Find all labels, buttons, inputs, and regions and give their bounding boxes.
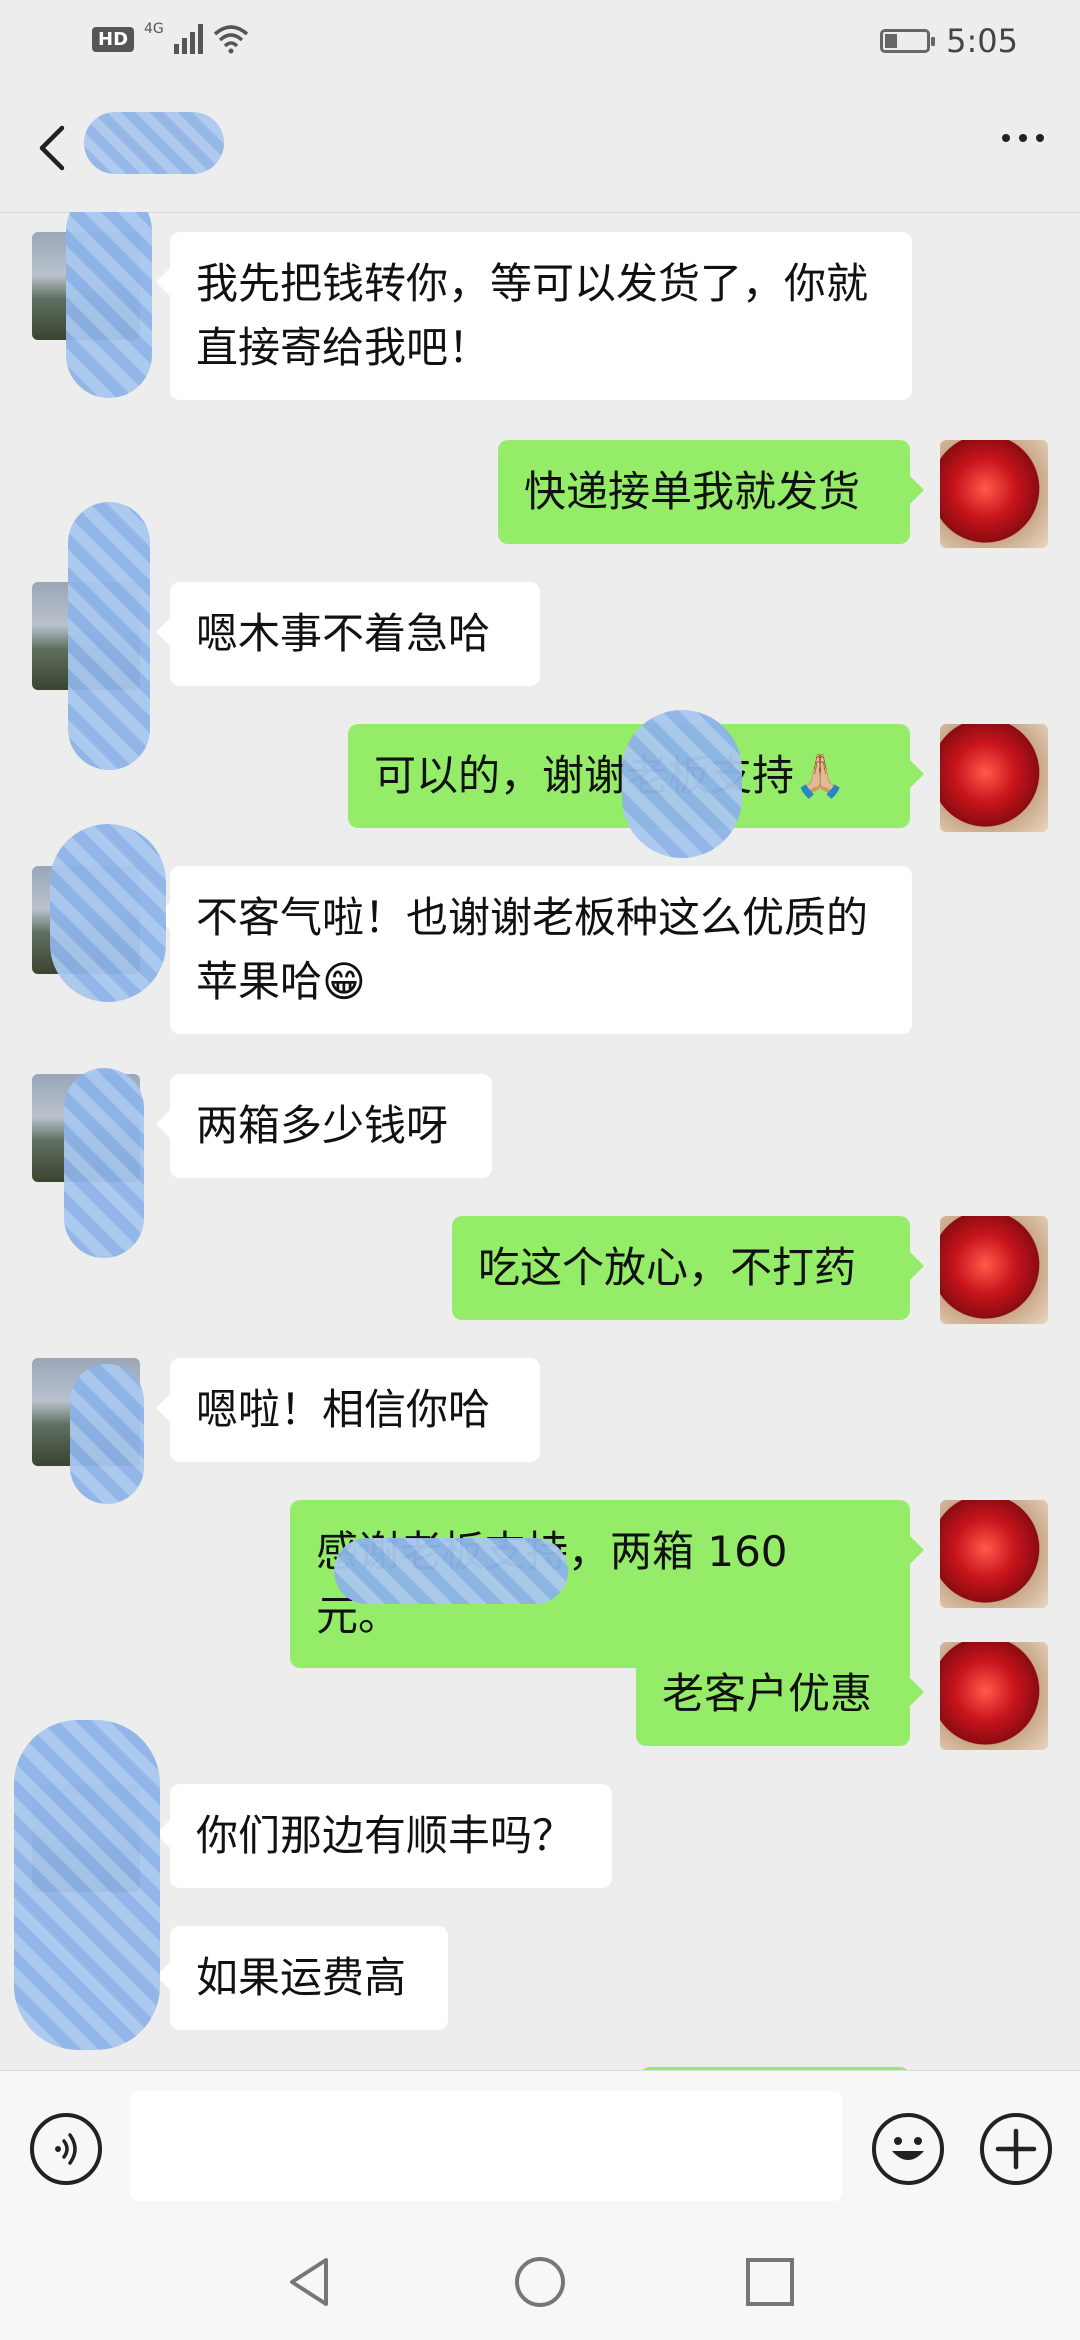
message-bubble-outgoing[interactable]: 快递接单我就发货 — [498, 440, 924, 544]
message-bubble-incoming[interactable]: 嗯木事不着急哈 — [156, 582, 540, 686]
message-bubble-incoming[interactable]: 如果运费高 — [156, 1926, 448, 2030]
battery-icon — [880, 29, 936, 53]
contact-name[interactable] — [84, 112, 224, 174]
status-bar: HD 4G 5:05 — [0, 0, 1080, 84]
plus-sign-icon — [995, 2128, 1037, 2170]
privacy-blur — [622, 710, 742, 858]
battery-level — [885, 34, 898, 48]
network-type: 4G — [144, 21, 164, 37]
message-bubble-incoming[interactable]: 不客气啦！也谢谢老板种这么优质的苹果哈😁 — [156, 866, 912, 1034]
chat-header — [0, 84, 1080, 213]
wifi-icon — [213, 25, 248, 54]
clock: 5:05 — [946, 22, 1018, 60]
privacy-blur — [70, 1364, 144, 1504]
self-avatar[interactable] — [940, 1216, 1048, 1324]
square-recents-icon[interactable] — [742, 2254, 798, 2310]
self-avatar[interactable] — [940, 1642, 1048, 1750]
more-dots-icon[interactable] — [1002, 134, 1044, 142]
voice-icon[interactable] — [30, 2113, 102, 2185]
message-bubble-outgoing[interactable]: 吃这个放心，不打药 — [452, 1216, 924, 1320]
privacy-blur — [66, 212, 152, 398]
emoji-icon[interactable] — [872, 2113, 944, 2185]
privacy-blur — [334, 1538, 568, 1604]
hd-badge: HD — [92, 26, 135, 52]
circle-home-icon[interactable] — [512, 2254, 568, 2310]
input-bar — [0, 2070, 1080, 2227]
privacy-blur — [50, 824, 166, 1002]
privacy-blur — [64, 1068, 144, 1258]
privacy-blur — [14, 1720, 160, 2050]
voice-waves-icon — [55, 2133, 77, 2165]
self-avatar[interactable] — [940, 724, 1048, 832]
status-left: HD 4G — [92, 21, 249, 54]
signal-icon — [173, 24, 203, 54]
self-avatar[interactable] — [940, 440, 1048, 548]
message-input[interactable] — [130, 2091, 842, 2201]
smiley-face-icon — [892, 2137, 924, 2160]
message-bubble-incoming[interactable]: 我先把钱转你，等可以发货了，你就直接寄给我吧！ — [156, 232, 912, 400]
self-avatar[interactable] — [940, 1500, 1048, 1608]
plus-icon[interactable] — [980, 2113, 1052, 2185]
triangle-back-icon[interactable] — [282, 2254, 338, 2310]
message-list[interactable]: 我先把钱转你，等可以发货了，你就直接寄给我吧！ 快递接单我就发货 嗯木事不着急哈… — [0, 212, 1080, 2070]
system-nav-bar — [0, 2226, 1080, 2340]
message-bubble-outgoing[interactable]: 老客户优惠 — [636, 1642, 924, 1746]
privacy-blur — [68, 502, 150, 770]
chevron-left-icon[interactable] — [28, 120, 78, 176]
message-bubble-incoming[interactable]: 嗯啦！相信你哈 — [156, 1358, 540, 1462]
status-right: 5:05 — [880, 22, 1018, 60]
message-bubble-incoming[interactable]: 你们那边有顺丰吗？ — [156, 1784, 612, 1888]
message-bubble-incoming[interactable]: 两箱多少钱呀 — [156, 1074, 492, 1178]
